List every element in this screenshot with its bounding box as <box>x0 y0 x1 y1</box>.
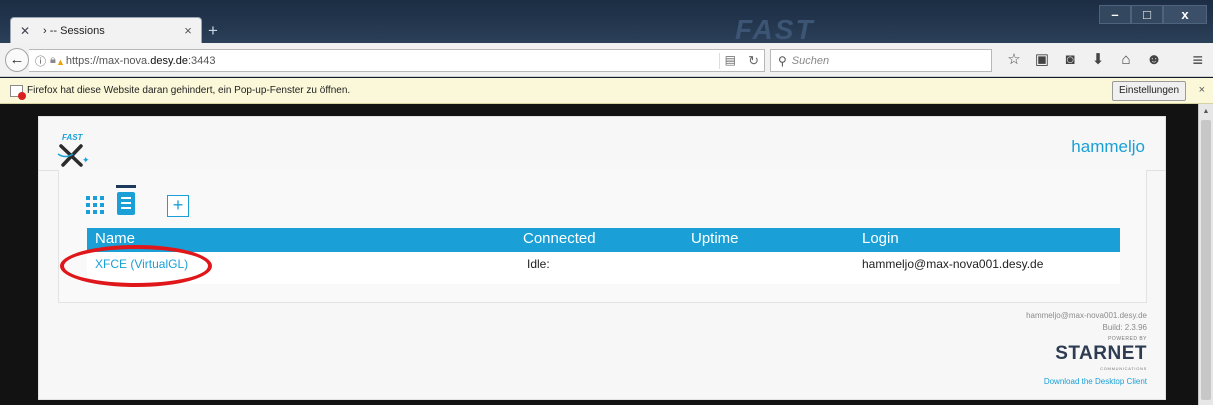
tab-close-icon[interactable]: × <box>181 23 195 38</box>
home-icon[interactable]: ⌂ <box>1112 51 1140 69</box>
vertical-scrollbar[interactable]: ▲ <box>1198 104 1213 405</box>
notification-message: Firefox hat diese Website daran gehinder… <box>27 85 351 96</box>
fast-logo-icon: FAST ✦ <box>57 133 90 167</box>
header-connected[interactable]: Connected <box>523 230 596 247</box>
grid-view-icon[interactable] <box>86 196 104 214</box>
pocket-icon[interactable]: ◙ <box>1056 51 1084 69</box>
window-titlebar: FAST ✕ › -- Sessions × + – □ x <box>0 0 1213 45</box>
bookmarks-list-icon[interactable]: ▣ <box>1028 51 1056 69</box>
session-name-link[interactable]: XFCE (VirtualGL) <box>95 257 188 271</box>
downloads-icon[interactable]: ⬇ <box>1084 51 1112 69</box>
scroll-up-arrow-icon[interactable]: ▲ <box>1199 108 1213 115</box>
table-header: Name Connected Uptime Login <box>87 228 1120 252</box>
starnet-brand: STARNET <box>1055 343 1147 364</box>
maximize-button[interactable]: □ <box>1131 5 1163 24</box>
tab-title: › -- Sessions <box>43 24 105 37</box>
window-controls: – □ x <box>1099 5 1207 24</box>
info-icon[interactable]: ⓘ <box>35 53 46 69</box>
build-version: Build: 2.3.96 <box>1102 323 1147 332</box>
navigation-bar: ← ⓘ 🔒︎ ▲ https://max-nova.desy.de:3443 ▤ … <box>0 43 1213 77</box>
hello-chat-icon[interactable]: ☻ <box>1140 51 1168 69</box>
address-bar[interactable]: ⓘ 🔒︎ ▲ https://max-nova.desy.de:3443 ▤ ↻ <box>29 49 765 72</box>
session-login: hammeljo@max-nova001.desy.de <box>862 257 1044 271</box>
table-row[interactable]: XFCE (VirtualGL) Idle: hammeljo@max-nova… <box>87 252 1120 284</box>
reader-view-icon[interactable]: ▤ <box>725 53 736 67</box>
username-label[interactable]: hammeljo <box>1071 137 1145 157</box>
browser-tab[interactable]: ✕ › -- Sessions × <box>10 17 202 43</box>
header-uptime[interactable]: Uptime <box>691 230 739 247</box>
header-name[interactable]: Name <box>95 230 135 247</box>
footer-user-host: hammeljo@max-nova001.desy.de <box>1026 311 1147 320</box>
popup-blocked-notification: Firefox hat diese Website daran gehinder… <box>0 78 1213 104</box>
sessions-card: FAST ✦ hammeljo + Name Connected Uptime … <box>38 116 1166 400</box>
list-view-icon[interactable] <box>116 185 136 215</box>
session-connected: Idle: <box>527 257 550 271</box>
page-footer: hammeljo@max-nova001.desy.de Build: 2.3.… <box>1026 310 1147 387</box>
search-input[interactable]: ⚲ Suchen <box>770 49 992 72</box>
starnet-subtitle: COMMUNICATIONS <box>1100 366 1147 371</box>
search-icon: ⚲ <box>778 53 787 68</box>
starnet-logo: POWERED BY STARNET COMMUNICATIONS <box>1026 334 1147 374</box>
minimize-button[interactable]: – <box>1099 5 1131 24</box>
fast-favicon-icon: ✕ <box>19 23 31 38</box>
bookmark-star-icon[interactable]: ☆ <box>1000 51 1028 69</box>
svg-text:FAST: FAST <box>62 133 84 142</box>
insecure-lock-icon[interactable]: 🔒︎ ▲ <box>50 54 65 67</box>
back-button[interactable]: ← <box>5 48 29 72</box>
download-desktop-client-link[interactable]: Download the Desktop Client <box>1026 376 1147 387</box>
fast-watermark: FAST <box>735 14 815 45</box>
svg-text:✦: ✦ <box>82 155 90 165</box>
url-text[interactable]: https://max-nova.desy.de:3443 <box>66 55 216 67</box>
header-login[interactable]: Login <box>862 230 899 247</box>
sessions-table: Name Connected Uptime Login XFCE (Virtua… <box>87 228 1120 284</box>
notification-close-icon[interactable]: × <box>1199 84 1205 96</box>
scrollbar-thumb[interactable] <box>1201 120 1211 400</box>
add-session-button[interactable]: + <box>167 195 189 217</box>
toolbar-icons: ☆ ▣ ◙ ⬇ ⌂ ☻ <box>1000 51 1168 69</box>
notification-settings-button[interactable]: Einstellungen <box>1112 81 1187 101</box>
hamburger-menu-icon[interactable]: ≡ <box>1192 50 1203 71</box>
search-placeholder: Suchen <box>791 54 830 67</box>
urlbar-separator <box>719 53 720 69</box>
close-window-button[interactable]: x <box>1163 5 1207 24</box>
popup-blocked-icon <box>10 84 26 100</box>
sessions-panel: + Name Connected Uptime Login XFCE (Virt… <box>58 170 1147 303</box>
new-tab-button[interactable]: + <box>208 22 218 39</box>
reload-icon[interactable]: ↻ <box>748 53 759 69</box>
